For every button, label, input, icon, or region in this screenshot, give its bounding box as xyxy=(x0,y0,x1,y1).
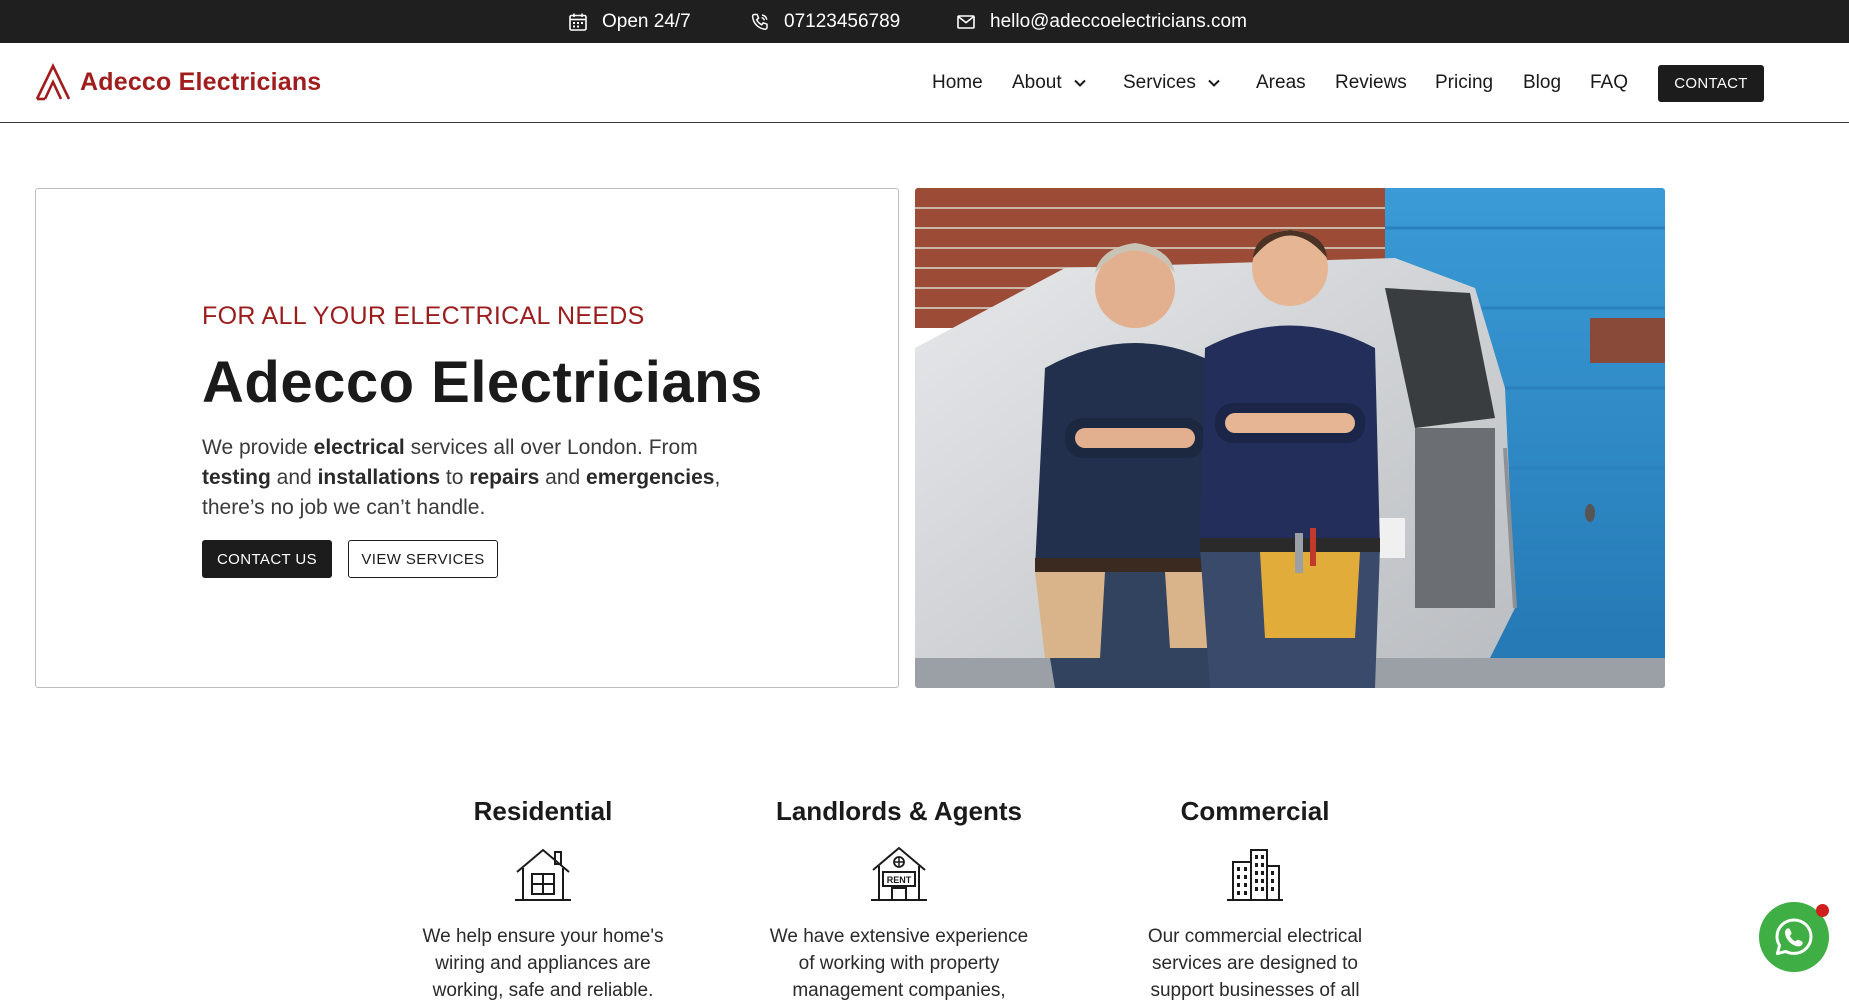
envelope-icon xyxy=(957,14,975,29)
hero-eyebrow: FOR ALL YOUR ELECTRICAL NEEDS xyxy=(202,302,645,330)
email-link[interactable]: hello@adeccoelectricians.com xyxy=(956,0,1247,43)
nav-pricing-label: Pricing xyxy=(1435,72,1494,93)
opening-hours-text: Open 24/7 xyxy=(602,10,691,32)
notification-dot xyxy=(1816,904,1829,917)
nav-home-label: Home xyxy=(932,72,983,93)
whatsapp-chat-button[interactable] xyxy=(1759,902,1829,972)
phone-number: 07123456789 xyxy=(784,10,901,32)
nav-pricing[interactable]: Pricing xyxy=(1435,43,1493,123)
chevron-down-icon xyxy=(1208,79,1220,87)
service-description: We have extensive experience of working … xyxy=(769,926,1029,1001)
nav-blog[interactable]: Blog xyxy=(1523,43,1561,123)
hero-description: We provide electrical services all over … xyxy=(202,436,721,519)
hero-card: FOR ALL YOUR ELECTRICAL NEEDS Adecco Ele… xyxy=(35,188,899,688)
service-commercial: Commercial Our commercial electrical ser… xyxy=(1105,796,1405,1001)
house-icon xyxy=(515,848,571,901)
top-info-bar: Open 24/7 07123456789 hello@adeccoelectr… xyxy=(0,0,1849,43)
site-header: Adecco Electricians Home About Services … xyxy=(0,43,1849,123)
nav-reviews-label: Reviews xyxy=(1335,72,1407,93)
nav-areas[interactable]: Areas xyxy=(1256,43,1306,123)
rent-house-icon: RENT xyxy=(871,846,927,901)
nav-faq-label: FAQ xyxy=(1590,72,1629,93)
email-address: hello@adeccoelectricians.com xyxy=(990,10,1247,32)
nav-blog-label: Blog xyxy=(1523,72,1562,93)
site-logo[interactable]: Adecco Electricians xyxy=(34,63,321,101)
office-buildings-icon xyxy=(1227,849,1283,901)
nav-areas-label: Areas xyxy=(1256,72,1306,93)
service-title: Landlords & Agents xyxy=(775,796,1023,826)
nav-services-label: Services xyxy=(1123,72,1196,93)
service-description: We help ensure your home's wiring and ap… xyxy=(422,926,664,1001)
nav-about[interactable]: About xyxy=(1012,43,1088,123)
service-title: Residential xyxy=(473,796,613,826)
whatsapp-icon xyxy=(1775,918,1813,956)
nav-reviews[interactable]: Reviews xyxy=(1335,43,1407,123)
header-contact-button[interactable]: CONTACT xyxy=(1658,65,1764,102)
nav-services[interactable]: Services xyxy=(1123,43,1222,123)
svg-text:RENT: RENT xyxy=(887,875,912,885)
service-landlords-agents: Landlords & Agents RENT We have extensiv… xyxy=(749,796,1049,1001)
contact-us-button[interactable]: CONTACT US xyxy=(202,540,332,578)
nav-about-label: About xyxy=(1012,72,1062,93)
service-residential: Residential We help ensure your home's w… xyxy=(393,796,693,1001)
calendar-icon xyxy=(569,13,587,31)
logo-mark-icon xyxy=(35,63,71,101)
hero-title: Adecco Electricians xyxy=(202,350,763,415)
view-services-button[interactable]: VIEW SERVICES xyxy=(348,540,498,578)
nav-faq[interactable]: FAQ xyxy=(1590,43,1628,123)
phone-icon xyxy=(751,13,768,30)
phone-link[interactable]: 07123456789 xyxy=(750,0,900,43)
service-description: Our commercial electrical services are d… xyxy=(1147,926,1363,1001)
logo-text: Adecco Electricians xyxy=(80,67,322,96)
nav-home[interactable]: Home xyxy=(932,43,983,123)
opening-hours: Open 24/7 xyxy=(568,0,691,43)
service-title: Commercial xyxy=(1180,796,1330,826)
chevron-down-icon xyxy=(1073,79,1086,87)
hero-electricians-photo xyxy=(915,188,1665,688)
